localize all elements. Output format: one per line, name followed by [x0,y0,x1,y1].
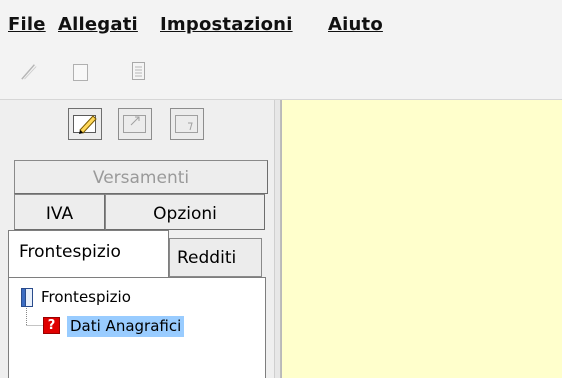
book-icon [21,288,33,307]
tree-node-frontespizio[interactable]: Frontespizio [41,288,131,306]
form-numbered-icon [175,115,198,133]
panel-splitter[interactable] [274,100,281,378]
tab-opzioni[interactable]: Opzioni [105,194,265,230]
content-area [281,100,562,378]
blank-page-icon[interactable] [72,60,90,82]
menu-file[interactable]: File [8,14,46,35]
tab-redditi[interactable]: Redditi [169,238,262,277]
edit-form-icon [73,115,97,134]
menu-allegati[interactable]: Allegati [58,14,138,35]
document-icon[interactable] [130,60,148,82]
tab-iva[interactable]: IVA [14,194,105,230]
pen-icon[interactable] [20,60,38,82]
question-badge-icon: ? [43,317,60,334]
form-corner-button[interactable] [118,108,152,140]
tree-node-dati-anagrafici[interactable]: Dati Anagrafici [67,316,185,337]
toolbar [0,46,562,100]
edit-form-button[interactable] [68,108,102,140]
form-numbered-button[interactable] [170,108,204,140]
menu-aiuto[interactable]: Aiuto [328,14,383,35]
tab-frontespizio[interactable]: Frontespizio [8,230,169,278]
menu-impostazioni[interactable]: Impostazioni [160,14,293,35]
tree-view: Frontespizio ? Dati Anagrafici [8,277,266,378]
menu-bar: File Allegati Impostazioni Aiuto [0,0,562,46]
form-corner-icon [123,115,146,133]
tab-versamenti[interactable]: Versamenti [14,160,268,194]
